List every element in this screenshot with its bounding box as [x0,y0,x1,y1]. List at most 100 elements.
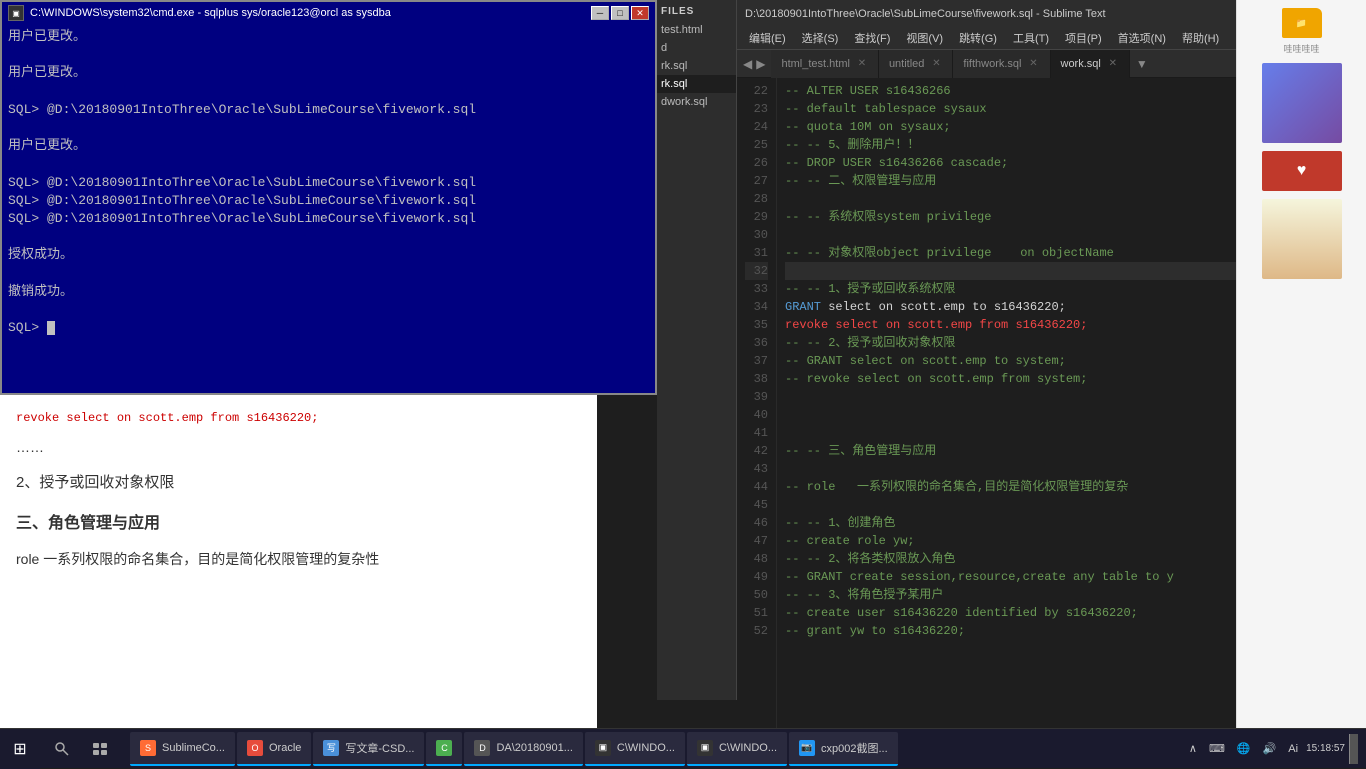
ellipsis: …… [16,432,581,462]
code-line-40 [785,406,1288,424]
tray-network-icon[interactable]: 🌐 [1233,740,1255,757]
code-line-35: revoke select on scott.emp from s1643622… [785,316,1288,334]
cmd-line [8,46,649,64]
sublime-title-text: D:\20180901IntoThree\Oracle\SubLimeCours… [745,8,1106,20]
code-line-46: -- -- 1、创建角色 [785,514,1288,532]
code-line-25: -- -- 5、删除用户！！ [785,136,1288,154]
tab-fifthwork-label: fifthwork.sql [963,58,1021,70]
cmd-title-text: C:\WINDOWS\system32\cmd.exe - sqlplus sy… [30,7,391,19]
taskbar-app-cmd2[interactable]: ▣ C\WINDO... [687,732,787,766]
taskbar-app-csdn[interactable]: 写 写文章-CSD... [313,732,424,766]
menu-select[interactable]: 选择(S) [794,28,847,49]
tab-worksql-close[interactable]: ✕ [1107,58,1119,70]
cmd-line [8,155,649,173]
tab-html-label: html_test.html [781,58,849,70]
line-numbers: 2223242526 2728293031 32 3334353637 3839… [737,78,777,746]
menu-goto[interactable]: 跳转(G) [951,28,1005,49]
cmd-output: 用户已更改。 用户已更改。 SQL> @D:\20180901IntoThree… [2,24,655,393]
right-heart-icon: ♥ [1262,151,1342,191]
taskbar-pinned-icons [40,731,122,767]
cmd-line [8,228,649,246]
taskbar-sublime-label: SublimeCo... [162,742,225,754]
tray-keyboard-icon[interactable]: ⌨ [1205,740,1229,757]
tab-untitled-close[interactable]: ✕ [930,58,942,70]
section3-heading: 三、角色管理与应用 [16,503,581,545]
menu-view[interactable]: 视图(V) [898,28,951,49]
taskbar-csdn-label: 写文章-CSD... [345,740,414,756]
code-line-48: -- -- 2、将各类权限放入角色 [785,550,1288,568]
file-sidebar: FILES test.html d rk.sql rk.sql dwork.sq… [657,0,737,700]
menu-find[interactable]: 查找(F) [846,28,898,49]
cmd-titlebar: ▣ C:\WINDOWS\system32\cmd.exe - sqlplus … [2,2,655,24]
code-line-41 [785,424,1288,442]
cmd-line [8,264,649,282]
sidebar-item-rksql[interactable]: rk.sql [657,57,736,75]
cmd-line: SQL> @D:\20180901IntoThree\Oracle\SubLim… [8,192,649,210]
show-desktop-button[interactable] [1349,734,1358,764]
tabs-dropdown[interactable]: ▼ [1130,57,1154,71]
tab-navigation[interactable]: ◀ ▶ [737,57,771,71]
tab-fifthwork-close[interactable]: ✕ [1028,58,1040,70]
taskbar-app-oracle[interactable]: O Oracle [237,732,311,766]
code-line-44: -- role 一系列权限的命名集合,目的是简化权限管理的复杂 [785,478,1288,496]
taskbar-cxp-label: cxp002截图... [821,740,888,756]
menu-prefs[interactable]: 首选项(N) [1110,28,1174,49]
cmd-line: SQL> @D:\20180901IntoThree\Oracle\SubLim… [8,210,649,228]
tray-ai-label[interactable]: Ai [1284,741,1302,757]
menu-edit[interactable]: 编辑(E) [741,28,794,49]
right-panel-image [1262,63,1342,143]
cmd-close-button[interactable]: ✕ [631,6,649,20]
clock-time: 15:18:57 [1306,742,1345,755]
cmd-controls[interactable]: ─ □ ✕ [591,6,649,20]
code-line-34: GRANT select on scott.emp to s16436220; [785,298,1288,316]
tab-untitled[interactable]: untitled ✕ [879,50,953,78]
menu-project[interactable]: 项目(P) [1057,28,1110,49]
taskbar-search-icon[interactable] [44,731,80,767]
taskbar-da-label: DA\20180901... [496,742,572,754]
code-line-49: -- GRANT create session,resource,create … [785,568,1288,586]
taskbar-clock: 15:18:57 [1306,742,1345,755]
cmd-window[interactable]: ▣ C:\WINDOWS\system32\cmd.exe - sqlplus … [0,0,657,390]
taskbar: ⊞ S SublimeCo... O Oracle 写 写文章-CSD... C… [0,728,1366,768]
taskbar-taskview-icon[interactable] [82,731,118,767]
cmd-maximize-button[interactable]: □ [611,6,629,20]
tab-worksql-label: work.sql [1061,58,1101,70]
code-line-27: -- -- 二、权限管理与应用 [785,172,1288,190]
cmd-minimize-button[interactable]: ─ [591,6,609,20]
menu-help[interactable]: 帮助(H) [1174,28,1227,49]
cmd-line [8,301,649,319]
taskbar-right: ∧ ⌨ 🌐 🔊 Ai 15:18:57 [1177,734,1366,764]
code-line-28 [785,190,1288,208]
csdn-app-icon: 写 [323,740,339,756]
code-line-50: -- -- 3、将角色授予某用户 [785,586,1288,604]
tab-html-close[interactable]: ✕ [856,58,868,70]
sidebar-item-d[interactable]: d [657,39,736,57]
code-line-30 [785,226,1288,244]
sidebar-item-dworksql[interactable]: dwork.sql [657,93,736,111]
tab-untitled-label: untitled [889,58,924,70]
start-button[interactable]: ⊞ [0,729,40,769]
sidebar-item-html[interactable]: test.html [657,21,736,39]
code-line-42: -- -- 三、角色管理与应用 [785,442,1288,460]
code-line-52: -- grant yw to s16436220; [785,622,1288,640]
code-line-26: -- DROP USER s16436266 cascade; [785,154,1288,172]
taskbar-oracle-label: Oracle [269,742,301,754]
menu-tools[interactable]: 工具(T) [1005,28,1057,49]
code-line-47: -- create role yw; [785,532,1288,550]
tab-fifthwork[interactable]: fifthwork.sql ✕ [953,50,1050,78]
tray-up-arrow[interactable]: ∧ [1185,740,1201,757]
tab-left-arrow[interactable]: ◀ [741,57,754,71]
taskbar-app-cmd1[interactable]: ▣ C\WINDO... [585,732,685,766]
taskbar-app-chrome[interactable]: C [426,732,462,766]
taskbar-app-cxp[interactable]: 📷 cxp002截图... [789,732,898,766]
tab-html-test[interactable]: html_test.html ✕ [771,50,878,78]
code-editor[interactable]: -- ALTER USER s16436266 -- default table… [777,78,1296,746]
revoke-line: revoke select on scott.emp from s1643622… [16,405,581,432]
sidebar-item-rksql-active[interactable]: rk.sql [657,75,736,93]
tab-right-arrow[interactable]: ▶ [754,57,767,71]
tab-worksql[interactable]: work.sql ✕ [1051,50,1130,78]
taskbar-app-da[interactable]: D DA\20180901... [464,732,582,766]
tray-sound-icon[interactable]: 🔊 [1259,740,1281,757]
taskbar-app-sublime[interactable]: S SublimeCo... [130,732,235,766]
right-panel-avatar [1262,199,1342,279]
